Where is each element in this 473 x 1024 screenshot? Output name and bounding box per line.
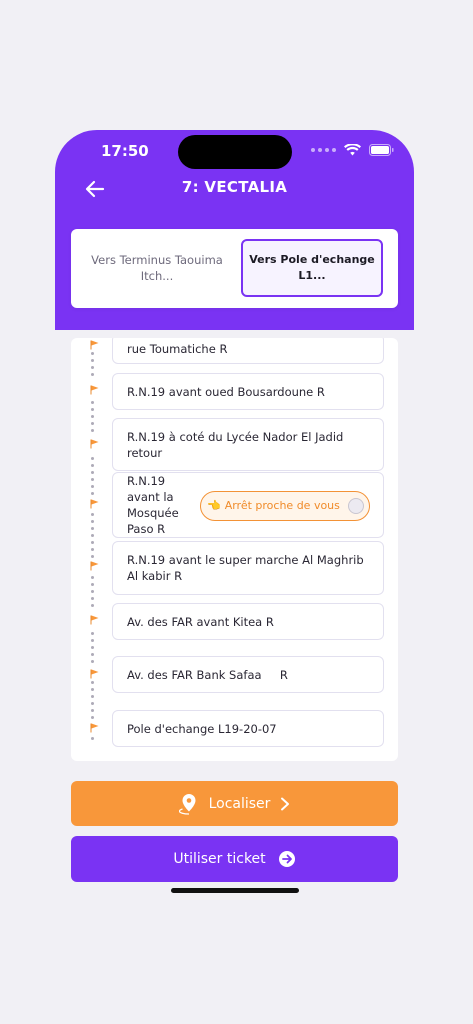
list-item[interactable]: R.N.19 avant le super marche Al Maghrib … bbox=[112, 541, 384, 595]
status-icons bbox=[311, 144, 394, 156]
locate-button[interactable]: Localiser bbox=[71, 781, 398, 826]
timeline-dot bbox=[91, 415, 94, 418]
home-indicator bbox=[171, 888, 299, 893]
nearby-stop-badge: 👈 Arrêt proche de vous bbox=[200, 491, 370, 521]
timeline-dot bbox=[91, 359, 94, 362]
stop-label: R.N.19 à coté du Lycée Nador El Jadid re… bbox=[127, 429, 344, 460]
timeline-dot bbox=[91, 464, 94, 467]
timeline-dot bbox=[91, 457, 94, 460]
use-ticket-button[interactable]: Utiliser ticket bbox=[71, 836, 398, 882]
timeline-dot bbox=[91, 604, 94, 607]
tab-direction-pole[interactable]: Vers Pole d'echange L1... bbox=[241, 239, 383, 297]
use-ticket-label: Utiliser ticket bbox=[173, 851, 266, 867]
list-item[interactable]: R.N.19 à coté du Lycée Nador El Jadid re… bbox=[112, 418, 384, 471]
list-item[interactable]: Av. des FAR avant Kitea R bbox=[112, 603, 384, 640]
timeline-dot bbox=[91, 520, 94, 523]
flag-icon bbox=[90, 723, 99, 733]
pointing-hand-icon: 👈 bbox=[207, 499, 221, 512]
timeline-dot bbox=[91, 646, 94, 649]
signal-icon bbox=[311, 148, 336, 152]
location-pin-icon bbox=[178, 793, 196, 815]
timeline-dot bbox=[91, 366, 94, 369]
locate-label: Localiser bbox=[208, 795, 271, 812]
timeline-dot bbox=[91, 548, 94, 551]
timeline-dot bbox=[91, 541, 94, 544]
timeline-dot bbox=[91, 478, 94, 481]
timeline-dot bbox=[91, 401, 94, 404]
flag-icon bbox=[90, 561, 99, 571]
timeline-dot bbox=[91, 590, 94, 593]
flag-icon bbox=[90, 669, 99, 679]
timeline-dot bbox=[91, 660, 94, 663]
timeline-dot bbox=[91, 492, 94, 495]
dynamic-island bbox=[178, 135, 292, 169]
timeline-dot bbox=[91, 471, 94, 474]
page-title: 7: VECTALIA bbox=[181, 178, 288, 196]
timeline-dot bbox=[91, 639, 94, 642]
arrow-circle-right-icon bbox=[278, 851, 295, 867]
timeline-dot bbox=[91, 632, 94, 635]
timeline-dot bbox=[91, 702, 94, 705]
stop-label: Av. des FAR avant Kitea R bbox=[127, 614, 274, 629]
timeline-dot bbox=[91, 429, 94, 432]
flag-icon bbox=[90, 499, 99, 509]
timeline-dot bbox=[91, 716, 94, 719]
timeline-dot bbox=[91, 653, 94, 656]
wifi-icon bbox=[344, 144, 361, 156]
status-time: 17:50 bbox=[101, 142, 149, 160]
timeline-dot bbox=[91, 352, 94, 355]
timeline-dot bbox=[91, 513, 94, 516]
flag-icon bbox=[90, 340, 99, 350]
timeline-dot bbox=[91, 534, 94, 537]
stop-label: Av. des FAR Bank Safaa R bbox=[127, 667, 288, 682]
timeline-dot bbox=[91, 709, 94, 712]
list-item[interactable]: R.N.19 avant oued Bousardoune R bbox=[112, 373, 384, 410]
flag-icon bbox=[90, 439, 99, 449]
timeline-dot bbox=[91, 373, 94, 376]
stops-list[interactable]: rue Toumatiche R R.N.19 avant oued Bousa… bbox=[71, 338, 398, 761]
stop-label: Pole d'echange L19-20-07 bbox=[127, 721, 277, 736]
direction-tabs: Vers Terminus Taouima Itch... Vers Pole … bbox=[71, 229, 398, 308]
battery-icon bbox=[369, 144, 394, 156]
list-item[interactable]: rue Toumatiche R bbox=[112, 338, 384, 364]
list-item[interactable]: R.N.19 avant la Mosquée Paso R 👈 Arrêt p… bbox=[112, 472, 384, 538]
phone-screen: 17:50 7: VECTALIA Vers Terminus Taouima … bbox=[55, 130, 414, 900]
timeline-dot bbox=[91, 695, 94, 698]
timeline-dot bbox=[91, 422, 94, 425]
timeline-dot bbox=[91, 576, 94, 579]
avatar-icon bbox=[348, 498, 364, 514]
nearby-badge-label: Arrêt proche de vous bbox=[224, 499, 340, 512]
tab-direction-terminus[interactable]: Vers Terminus Taouima Itch... bbox=[86, 239, 228, 297]
timeline-dot bbox=[91, 485, 94, 488]
timeline-dot bbox=[91, 681, 94, 684]
timeline-dot bbox=[91, 597, 94, 600]
timeline-dot bbox=[91, 408, 94, 411]
stop-label: R.N.19 avant la Mosquée Paso R bbox=[127, 474, 179, 536]
flag-icon bbox=[90, 385, 99, 395]
timeline-dot bbox=[91, 688, 94, 691]
stop-label: R.N.19 avant le super marche Al Maghrib … bbox=[127, 553, 364, 583]
chevron-right-icon bbox=[281, 797, 290, 810]
list-item[interactable]: Pole d'echange L19-20-07 bbox=[112, 710, 384, 747]
flag-icon bbox=[90, 615, 99, 625]
timeline-dot bbox=[91, 555, 94, 558]
stop-label: rue Toumatiche R bbox=[127, 342, 228, 356]
timeline-dot bbox=[91, 527, 94, 530]
timeline-dot bbox=[91, 583, 94, 586]
list-item[interactable]: Av. des FAR Bank Safaa R bbox=[112, 656, 384, 693]
timeline-dot bbox=[91, 737, 94, 740]
stop-label: R.N.19 avant oued Bousardoune R bbox=[127, 384, 325, 399]
